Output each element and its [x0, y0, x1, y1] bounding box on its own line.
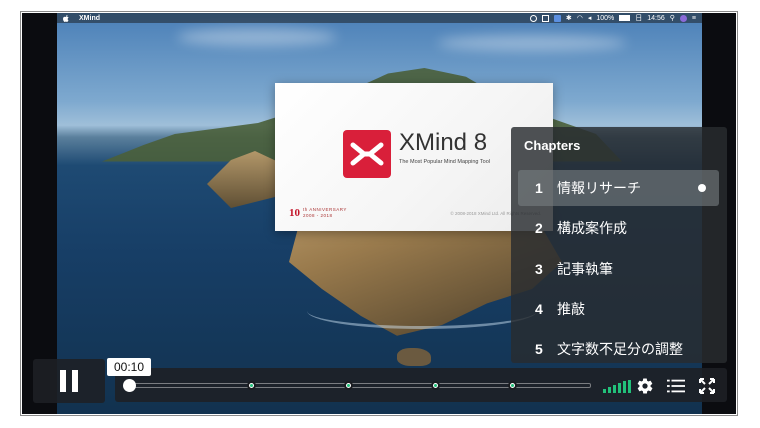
chapter-marker[interactable] [247, 381, 256, 390]
wifi-icon[interactable]: ◠ [577, 14, 583, 22]
chapters-panel: Chapters 1 情報リサーチ 2 構成案作成 3 記事執筆 4 推敲 5 … [511, 127, 727, 363]
menubar-app-name[interactable]: XMind [79, 15, 100, 22]
chapter-marker[interactable] [431, 381, 440, 390]
chapter-item-5[interactable]: 5 文字数不足分の調整 [518, 331, 719, 367]
current-chapter-indicator [698, 184, 706, 192]
search-icon[interactable]: ⚲ [670, 14, 675, 22]
chapter-item-1[interactable]: 1 情報リサーチ [518, 170, 719, 206]
video-player[interactable]: XMind ✱ ◠ ◂ 100% 日 14:56 ⚲ ≡ XMind 8 The… [22, 13, 736, 414]
chapter-number: 1 [535, 180, 543, 196]
anniversary-years: 2008 - 2018 [303, 213, 333, 218]
translate-icon[interactable] [553, 14, 561, 22]
apple-logo-icon[interactable] [63, 14, 69, 22]
playhead[interactable] [123, 379, 136, 392]
cloud [437, 35, 627, 51]
chapters-list-icon [667, 379, 685, 393]
chapter-label: 文字数不足分の調整 [557, 342, 683, 358]
chapter-number: 5 [535, 341, 543, 357]
fullscreen-icon [699, 378, 715, 394]
chapter-item-3[interactable]: 3 記事執筆 [518, 251, 719, 287]
progress-track[interactable] [127, 383, 591, 388]
pause-icon [60, 370, 66, 392]
xmind-logo [343, 130, 391, 178]
volume-icon[interactable]: ◂ [588, 14, 592, 22]
capture-icon[interactable] [541, 14, 549, 22]
menubar-date: 日 [635, 15, 643, 22]
volume-bars-icon[interactable] [603, 380, 631, 393]
menubar-time[interactable]: 14:56 [647, 15, 665, 22]
mac-menubar: XMind ✱ ◠ ◂ 100% 日 14:56 ⚲ ≡ [57, 13, 702, 23]
splash-tagline: The Most Popular Mind Mapping Tool [399, 159, 491, 165]
xmind-x-icon [350, 142, 384, 166]
anniversary-label: th ANNIVERSARY [303, 207, 347, 212]
record-icon[interactable] [529, 14, 537, 22]
chapter-number: 2 [535, 220, 543, 236]
pause-icon [72, 370, 78, 392]
rock [397, 348, 431, 366]
chapter-label: 記事執筆 [557, 262, 613, 278]
chapters-list-icon[interactable] [667, 377, 685, 395]
anniversary-badge: 10 th ANNIVERSARY 2008 - 2018 [289, 207, 347, 219]
chapter-item-4[interactable]: 4 推敲 [518, 291, 719, 327]
chapter-label: 情報リサーチ [557, 181, 641, 197]
surf-foam [307, 293, 537, 329]
chapters-heading: Chapters [524, 138, 581, 153]
chapter-marker[interactable] [344, 381, 353, 390]
user-avatar-icon[interactable] [679, 14, 687, 22]
control-bar [115, 368, 727, 402]
anniversary-text: th ANNIVERSARY 2008 - 2018 [303, 207, 347, 219]
fullscreen-icon[interactable] [698, 377, 716, 395]
bluetooth-icon[interactable]: ✱ [566, 14, 572, 22]
menu-list-icon[interactable]: ≡ [692, 15, 696, 22]
settings-gear-icon [637, 378, 653, 394]
chapter-number: 4 [535, 301, 543, 317]
battery-icon[interactable] [619, 15, 631, 21]
chapter-number: 3 [535, 261, 543, 277]
chapter-label: 構成案作成 [557, 221, 627, 237]
chapter-marker[interactable] [508, 381, 517, 390]
settings-gear-icon[interactable] [636, 377, 654, 395]
cloud [177, 28, 337, 46]
current-time-tooltip: 00:10 [107, 358, 151, 376]
battery-percent: 100% [596, 14, 615, 22]
splash-title: XMind 8 [399, 129, 488, 156]
chapter-label: 推敲 [557, 302, 585, 318]
anniversary-number: 10 [289, 207, 300, 219]
pause-button[interactable] [33, 359, 105, 403]
chapter-item-2[interactable]: 2 構成案作成 [518, 210, 719, 246]
